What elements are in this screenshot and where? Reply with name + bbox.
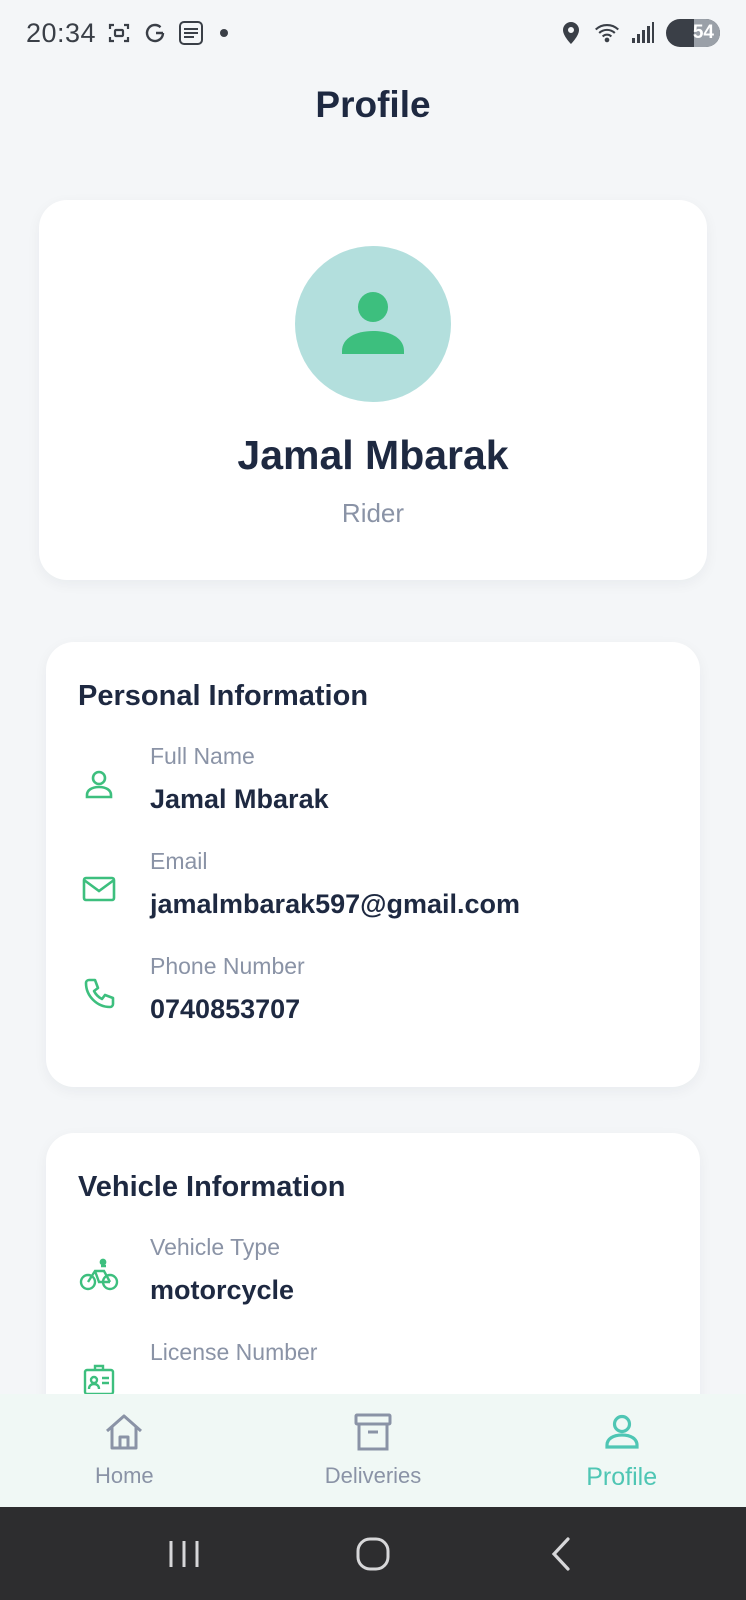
avatar[interactable] bbox=[295, 246, 451, 402]
mail-icon bbox=[78, 868, 120, 910]
bottom-nav: Home Deliveries Profile bbox=[0, 1394, 746, 1507]
section-title: Vehicle Information bbox=[78, 1171, 346, 1203]
nav-deliveries[interactable]: Deliveries bbox=[249, 1394, 498, 1507]
nav-label: Home bbox=[94, 1463, 154, 1488]
recent-apps-icon[interactable] bbox=[154, 1524, 214, 1584]
row-label: Phone Number bbox=[150, 953, 305, 979]
nav-profile[interactable]: Profile bbox=[497, 1394, 746, 1507]
dot-icon bbox=[220, 29, 229, 37]
battery-level: 54 bbox=[692, 22, 714, 43]
phone-icon bbox=[78, 973, 120, 1015]
row-label: Email bbox=[150, 848, 208, 874]
person-icon bbox=[338, 287, 408, 362]
nav-home[interactable]: Home bbox=[0, 1394, 249, 1507]
row-value: jamalmbarak597@gmail.com bbox=[150, 889, 521, 919]
row-label: Full Name bbox=[150, 743, 255, 769]
profile-card: Jamal Mbarak Rider bbox=[39, 200, 707, 580]
nav-label: Profile bbox=[586, 1463, 658, 1491]
personal-info-card: Personal Information Full Name Jamal Mba… bbox=[46, 642, 700, 1087]
location-icon bbox=[558, 20, 584, 46]
screenshot-icon bbox=[106, 20, 132, 46]
email-row: Email jamalmbarak597@gmail.com bbox=[78, 846, 668, 951]
home-icon bbox=[103, 1412, 145, 1457]
profile-name: Jamal Mbarak bbox=[237, 432, 509, 478]
full-name-row: Full Name Jamal Mbarak bbox=[78, 741, 668, 846]
person-outline-icon bbox=[602, 1412, 642, 1457]
row-label: License Number bbox=[150, 1339, 318, 1365]
vehicle-type-row: Vehicle Type motorcycle bbox=[78, 1232, 668, 1337]
status-time: 20:34 bbox=[26, 17, 97, 48]
touch-n-go-icon bbox=[178, 20, 204, 46]
row-value: 0740853707 bbox=[150, 994, 301, 1024]
phone-row: Phone Number 0740853707 bbox=[78, 951, 668, 1056]
bicycle-icon bbox=[78, 1254, 120, 1296]
section-title: Personal Information bbox=[78, 680, 369, 712]
signal-icon bbox=[630, 20, 656, 46]
status-bar: 20:34 54 bbox=[0, 0, 746, 66]
battery-icon: 54 bbox=[666, 19, 720, 47]
home-circle-icon[interactable] bbox=[343, 1524, 403, 1584]
person-outline-icon bbox=[78, 763, 120, 805]
g-icon bbox=[142, 20, 168, 46]
nav-label: Deliveries bbox=[324, 1463, 422, 1488]
row-value: motorcycle bbox=[150, 1275, 295, 1305]
row-label: Vehicle Type bbox=[150, 1234, 281, 1260]
profile-role: Rider bbox=[341, 498, 405, 528]
row-value: Jamal Mbarak bbox=[150, 784, 329, 814]
archive-box-icon bbox=[352, 1412, 394, 1457]
page-title: Profile bbox=[315, 84, 431, 125]
system-nav bbox=[0, 1507, 746, 1600]
back-icon[interactable] bbox=[532, 1524, 592, 1584]
wifi-icon bbox=[594, 20, 620, 46]
